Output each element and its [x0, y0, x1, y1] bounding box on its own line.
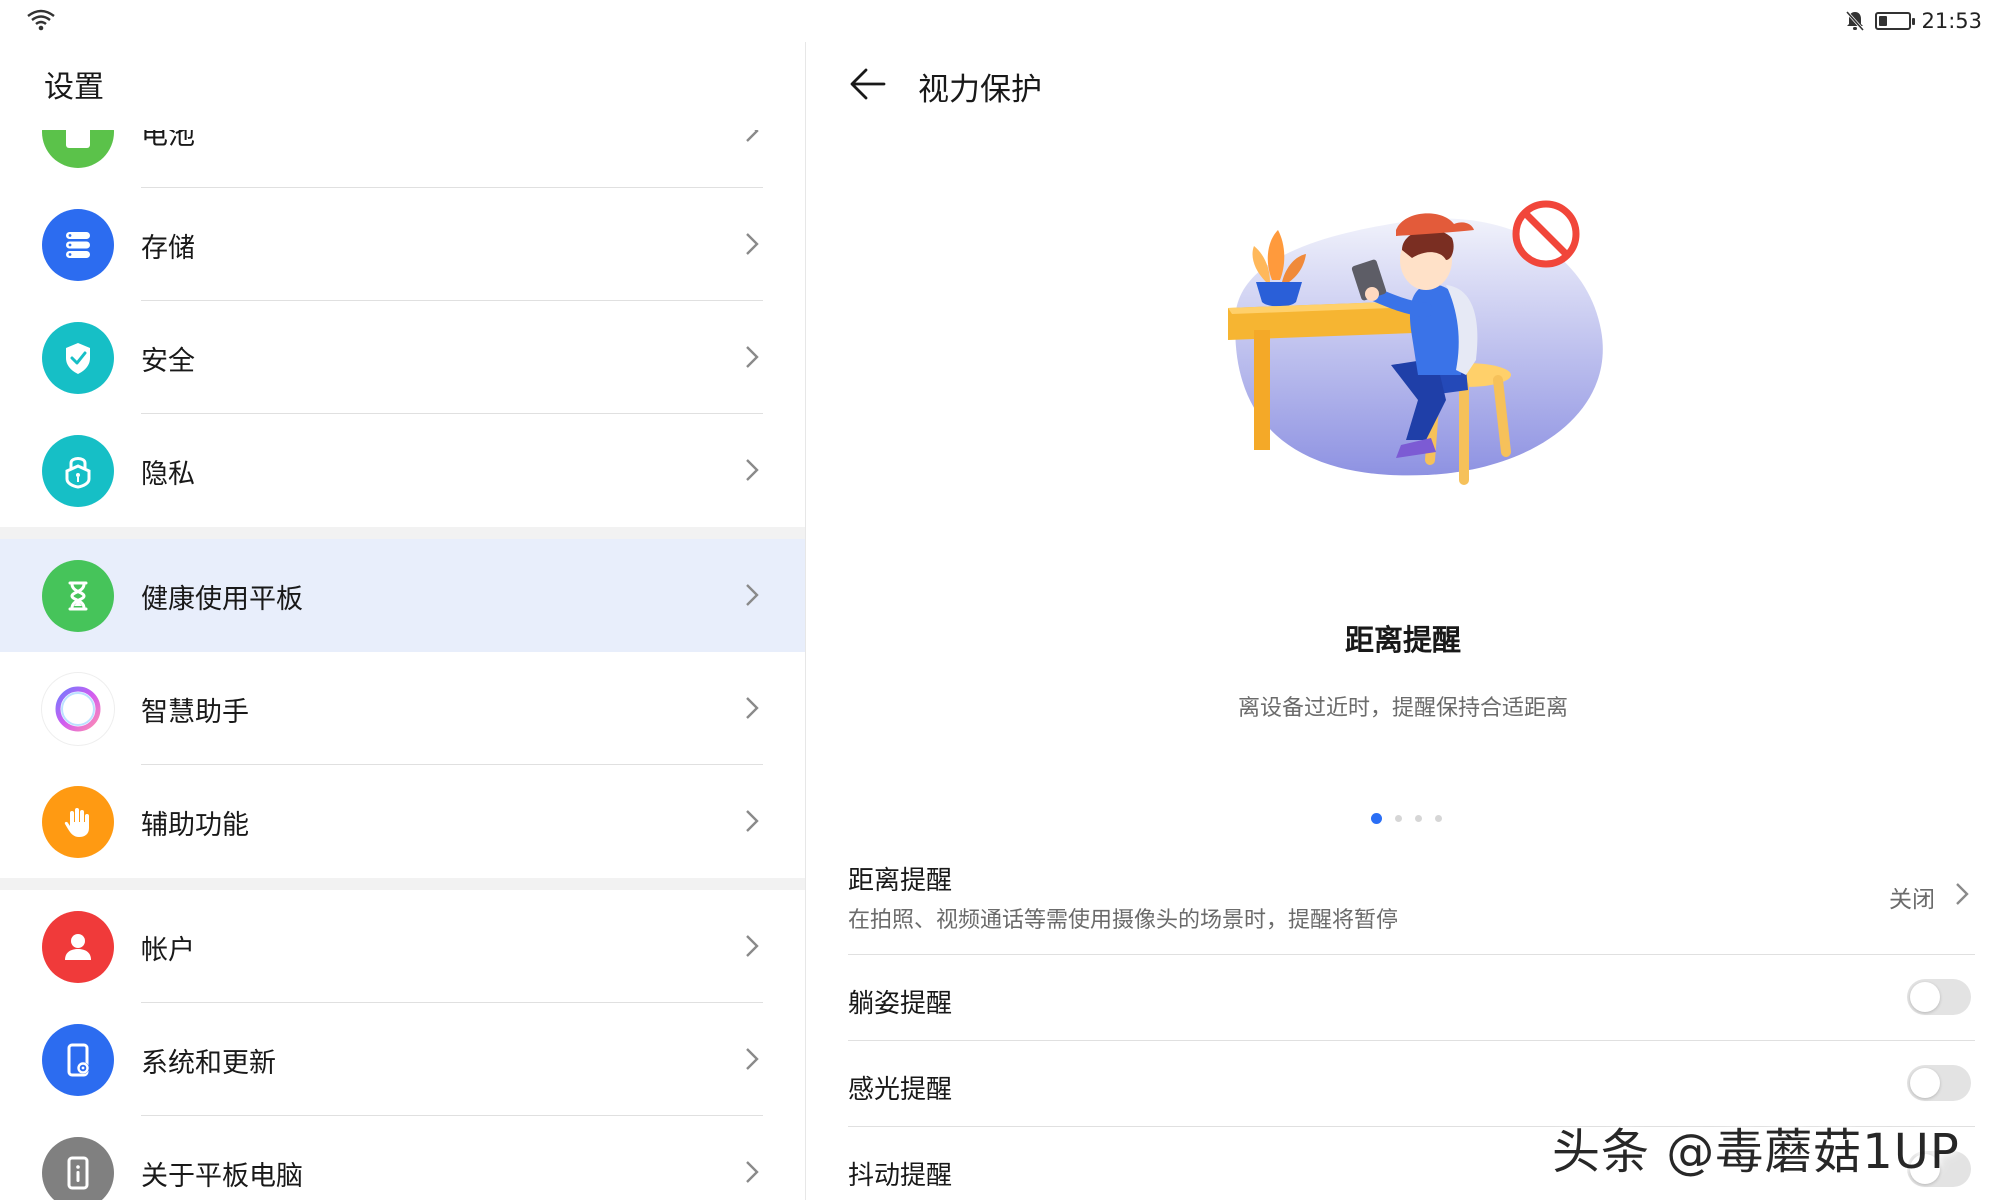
sidebar-item-label: 隐私	[141, 459, 195, 490]
eye-comfort-panel: 视力保护 距离提醒 离设备过近时，提醒保持合适距离 距离提醒 在拍照、视频通话等…	[806, 0, 2000, 1200]
storage-icon	[42, 209, 114, 281]
toggle-knob	[1910, 982, 1940, 1012]
chevron-right-icon	[746, 935, 759, 957]
setting-name: 距离提醒	[848, 866, 953, 896]
toggle-knob	[1910, 1068, 1940, 1098]
sidebar-item-storage[interactable]: 存储	[0, 188, 805, 301]
sidebar-item-security[interactable]: 安全	[0, 301, 805, 414]
sidebar-item-label: 存储	[141, 233, 195, 264]
settings-list-panel: 设置 电池 存储 安全 隐私 健康使用平板 智慧助手 辅助功能 帐户 系统和更新…	[0, 0, 805, 1200]
chevron-right-icon	[746, 459, 759, 481]
feature-title: 距离提醒	[1344, 623, 1461, 657]
sidebar-item-battery[interactable]: 电池	[0, 130, 805, 188]
chevron-right-icon	[746, 697, 759, 719]
chevron-right-icon	[746, 346, 759, 368]
setting-lying-reminder[interactable]: 躺姿提醒	[848, 955, 1975, 1041]
chevron-right-icon	[746, 810, 759, 832]
pager-dot[interactable]	[1395, 815, 1402, 822]
setting-name: 感光提醒	[848, 1075, 953, 1105]
settings-group-usage: 健康使用平板 智慧助手 辅助功能	[0, 539, 805, 878]
setting-distance-reminder[interactable]: 距离提醒 在拍照、视频通话等需使用摄像头的场景时，提醒将暂停 关闭	[848, 860, 1975, 955]
sidebar-item-label: 安全	[141, 346, 195, 377]
sidebar-item-digital-balance[interactable]: 健康使用平板	[0, 539, 805, 652]
sidebar-item-about-tablet[interactable]: 关于平板电脑	[0, 1116, 805, 1200]
sidebar-item-label: 关于平板电脑	[141, 1161, 303, 1192]
setting-value: 关闭	[1889, 887, 1935, 913]
chevron-right-icon	[746, 1048, 759, 1070]
setting-name: 抖动提醒	[848, 1161, 953, 1191]
watermark: 头条 @毒蘑菇1UP	[1552, 1124, 1960, 1180]
chevron-right-icon	[746, 233, 759, 255]
assistant-ring-icon	[42, 673, 114, 745]
lying-reminder-toggle[interactable]	[1907, 979, 1971, 1015]
user-icon	[42, 911, 114, 983]
pager-dots[interactable]	[1371, 813, 1442, 824]
sidebar-item-label: 健康使用平板	[141, 584, 303, 615]
sidebar-item-label: 辅助功能	[141, 810, 249, 841]
setting-name: 躺姿提醒	[848, 989, 953, 1019]
pager-dot-active[interactable]	[1371, 813, 1382, 824]
settings-title: 设置	[44, 70, 104, 105]
system-update-icon	[42, 1024, 114, 1096]
sidebar-item-label: 系统和更新	[141, 1048, 276, 1079]
sidebar-item-label: 帐户	[141, 935, 195, 966]
sidebar-item-label: 智慧助手	[141, 697, 249, 728]
about-tablet-icon	[42, 1137, 114, 1200]
sidebar-item-assistant[interactable]: 智慧助手	[0, 652, 805, 765]
sidebar-item-account[interactable]: 帐户	[0, 890, 805, 1003]
chevron-right-icon	[1956, 883, 1969, 905]
group-separator	[0, 527, 805, 539]
distance-reminder-illustration	[1228, 200, 1603, 485]
page-title: 视力保护	[918, 72, 1042, 108]
settings-group-account: 帐户 系统和更新 关于平板电脑	[0, 890, 805, 1200]
sidebar-item-accessibility[interactable]: 辅助功能	[0, 765, 805, 878]
settings-group-device: 电池 存储 安全 隐私	[0, 130, 805, 527]
light-reminder-toggle[interactable]	[1907, 1065, 1971, 1101]
hourglass-icon	[42, 560, 114, 632]
group-separator	[0, 878, 805, 890]
shield-check-icon	[42, 322, 114, 394]
hand-icon	[42, 786, 114, 858]
privacy-lock-icon	[42, 435, 114, 507]
pager-dot[interactable]	[1435, 815, 1442, 822]
sidebar-item-privacy[interactable]: 隐私	[0, 414, 805, 527]
pager-dot[interactable]	[1415, 815, 1422, 822]
feature-description: 离设备过近时，提醒保持合适距离	[1237, 696, 1568, 721]
back-arrow-icon[interactable]	[848, 64, 888, 104]
chevron-right-icon	[746, 1161, 759, 1183]
chevron-right-icon	[746, 130, 759, 142]
setting-subtitle: 在拍照、视频通话等需使用摄像头的场景时，提醒将暂停	[848, 908, 1399, 933]
sidebar-item-label: 电池	[141, 130, 195, 151]
chevron-right-icon	[746, 584, 759, 606]
settings-list[interactable]: 电池 存储 安全 隐私 健康使用平板 智慧助手 辅助功能 帐户 系统和更新 关于…	[0, 130, 805, 1200]
battery-icon	[42, 130, 114, 168]
sidebar-item-system-update[interactable]: 系统和更新	[0, 1003, 805, 1116]
